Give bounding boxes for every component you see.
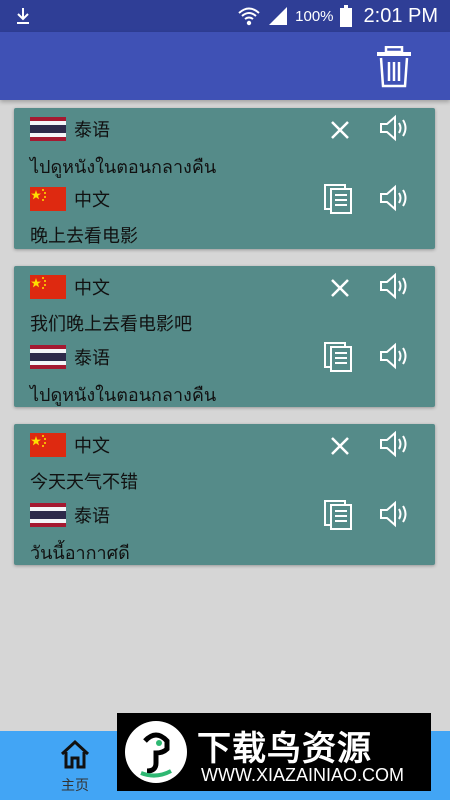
close-icon[interactable]: [324, 272, 356, 304]
battery-icon: [339, 5, 352, 27]
nav-home-tab[interactable]: 主页: [52, 739, 98, 795]
bird-logo-icon: [125, 721, 187, 783]
wifi-icon: [238, 7, 260, 26]
copy-icon[interactable]: [322, 182, 354, 214]
source-language-label: 中文: [74, 436, 110, 457]
translation-list: 泰语 ไปดูหนังในตอนกลางคืน 中文 晚上去看电影 中文 我们晚…: [14, 108, 435, 582]
source-text: 我们晚上去看电影吧: [30, 314, 192, 335]
speaker-icon[interactable]: [378, 270, 410, 302]
target-text: วันนี้อากาศดี: [30, 543, 130, 564]
download-icon: [17, 8, 29, 24]
battery-percent: 100%: [295, 7, 334, 25]
source-language-label: 泰语: [74, 120, 110, 141]
china-flag-icon: [30, 187, 66, 211]
target-text: 晚上去看电影: [30, 226, 138, 247]
translation-card[interactable]: 泰语 ไปดูหนังในตอนกลางคืน 中文 晚上去看电影: [14, 108, 435, 249]
thailand-flag-icon: [30, 503, 66, 527]
status-bar: 100% 2:01 PM: [0, 0, 450, 32]
close-icon[interactable]: [324, 430, 356, 462]
speaker-icon[interactable]: [378, 182, 410, 214]
home-icon: [60, 739, 90, 769]
signal-icon: [269, 7, 288, 25]
nav-home-label: 主页: [61, 778, 89, 794]
speaker-icon[interactable]: [378, 428, 410, 460]
china-flag-icon: [30, 275, 66, 299]
close-icon[interactable]: [324, 114, 356, 146]
copy-icon[interactable]: [322, 498, 354, 530]
speaker-icon[interactable]: [378, 112, 410, 144]
copy-icon[interactable]: [322, 340, 354, 372]
source-text: 今天天气不错: [30, 472, 138, 493]
target-language-label: 中文: [74, 190, 110, 211]
watermark-banner: 下载鸟资源 WWW.XIAZAINIAO.COM: [117, 713, 431, 791]
target-text: ไปดูหนังในตอนกลางคืน: [30, 385, 217, 406]
app-bar: [0, 32, 450, 100]
clock: 2:01 PM: [363, 4, 438, 27]
target-language-label: 泰语: [74, 506, 110, 527]
thailand-flag-icon: [30, 345, 66, 369]
china-flag-icon: [30, 433, 66, 457]
source-language-label: 中文: [74, 278, 110, 299]
source-text: ไปดูหนังในตอนกลางคืน: [30, 157, 217, 178]
target-language-label: 泰语: [74, 348, 110, 369]
speaker-icon[interactable]: [378, 340, 410, 372]
watermark-title: 下载鸟资源: [197, 729, 372, 769]
trash-icon[interactable]: [374, 46, 414, 88]
thailand-flag-icon: [30, 117, 66, 141]
translation-card[interactable]: 中文 我们晚上去看电影吧 泰语 ไปดูหนังในตอนกลางคืน: [14, 266, 435, 407]
speaker-icon[interactable]: [378, 498, 410, 530]
translation-card[interactable]: 中文 今天天气不错 泰语 วันนี้อากาศดี: [14, 424, 435, 565]
watermark-url: WWW.XIAZAINIAO.COM: [201, 765, 404, 785]
